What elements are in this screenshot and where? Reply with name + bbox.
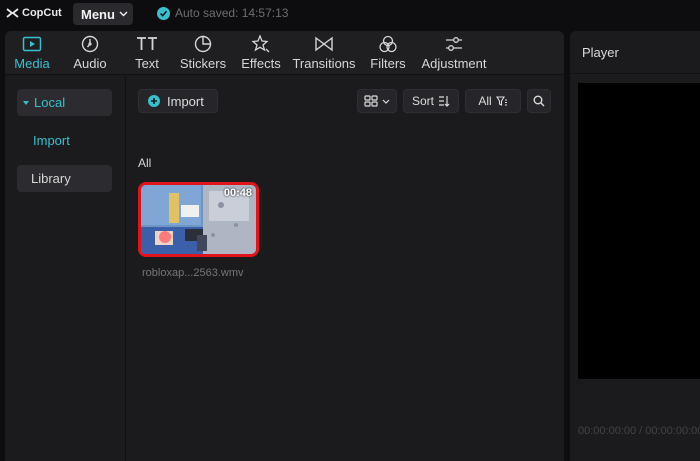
autosave-status: Auto saved: 14:57:13 — [157, 6, 288, 20]
player-panel: Player 00:00:00:00 / 00:00:00:00 — [570, 31, 700, 461]
duration-badge: 00:48 — [223, 187, 252, 199]
sort-label: Sort — [411, 94, 434, 108]
search-button[interactable] — [527, 89, 551, 113]
caret-down-icon — [23, 100, 29, 105]
menu-button[interactable]: Menu — [73, 3, 133, 25]
effects-icon — [251, 33, 271, 55]
sort-icon — [439, 96, 450, 107]
media-filename: robloxap...2563.wmv — [142, 267, 244, 279]
tab-effects[interactable]: Effects — [239, 33, 283, 73]
media-thumbnail[interactable]: 00:48 — [138, 182, 259, 257]
stickers-icon — [194, 33, 212, 55]
tab-text[interactable]: Text — [129, 33, 165, 73]
copcut-logo-icon — [6, 8, 19, 18]
adjustment-icon — [444, 33, 464, 55]
audio-icon — [81, 33, 99, 55]
media-sidebar: Local Import Library — [5, 76, 126, 461]
view-mode-button[interactable] — [357, 89, 397, 113]
divider — [570, 73, 700, 74]
import-button[interactable]: Import — [138, 89, 218, 113]
tab-stickers[interactable]: Stickers — [177, 33, 229, 73]
tab-media[interactable]: Media — [11, 33, 53, 73]
player-title: Player — [582, 45, 619, 60]
media-icon — [22, 33, 42, 55]
text-icon — [136, 33, 158, 55]
title-bar: CopCut Menu Auto saved: 14:57:13 — [0, 0, 700, 30]
autosave-text: Auto saved: 14:57:13 — [175, 6, 289, 20]
filter-button[interactable]: All — [465, 89, 521, 113]
search-icon — [533, 95, 545, 107]
sidebar-item-label: Library — [31, 171, 71, 186]
sort-button[interactable]: Sort — [403, 89, 459, 113]
app-name: CopCut — [22, 7, 62, 19]
sidebar-item-library[interactable]: Library — [17, 165, 112, 192]
sidebar-item-local[interactable]: Local — [17, 89, 112, 116]
media-content: Import Sort All All 00:48 robloxap...256… — [127, 76, 564, 461]
media-panel: Media Audio Text Stickers Effects Transi… — [5, 31, 564, 461]
chevron-down-icon — [119, 11, 128, 17]
tab-audio[interactable]: Audio — [69, 33, 111, 73]
filters-icon — [378, 33, 398, 55]
sidebar-item-label: Local — [34, 95, 66, 110]
section-label: All — [138, 156, 152, 170]
sidebar-item-import[interactable]: Import — [17, 127, 112, 154]
sidebar-item-label: Import — [33, 133, 70, 148]
tab-filters[interactable]: Filters — [367, 33, 409, 73]
asset-toolbar: Media Audio Text Stickers Effects Transi… — [5, 31, 564, 75]
chevron-down-icon — [382, 99, 390, 104]
tab-transitions[interactable]: Transitions — [291, 33, 357, 73]
check-icon — [157, 6, 170, 20]
plus-icon — [148, 95, 160, 107]
app-logo: CopCut — [6, 7, 62, 19]
grid-icon — [364, 95, 378, 107]
player-screen[interactable] — [578, 83, 700, 379]
import-label: Import — [167, 93, 204, 109]
player-timecode: 00:00:00:00 / 00:00:00:00 — [578, 425, 700, 437]
tab-adjustment[interactable]: Adjustment — [419, 33, 489, 73]
filter-icon — [495, 96, 507, 106]
transitions-icon — [314, 33, 334, 55]
filter-label: All — [478, 94, 492, 108]
menu-label: Menu — [81, 6, 115, 22]
